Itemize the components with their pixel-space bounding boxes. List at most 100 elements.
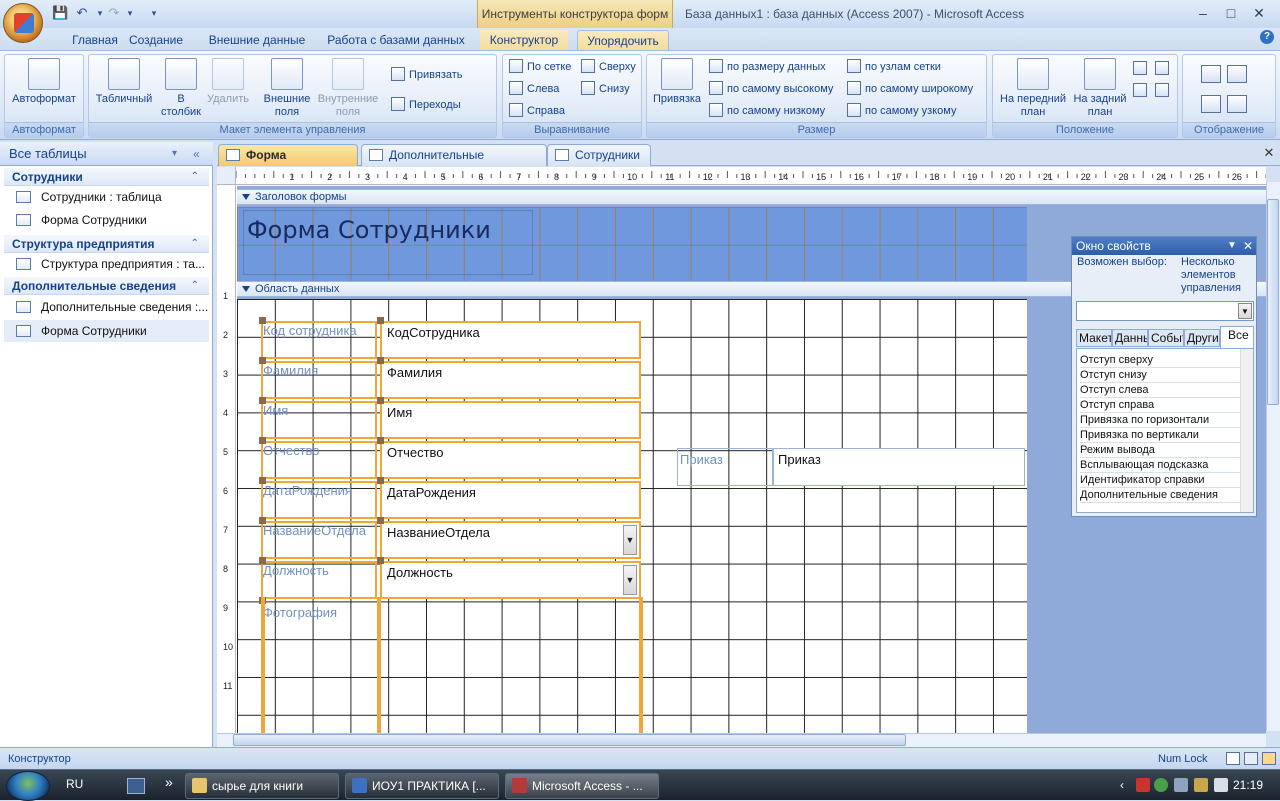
collapse-group-icon[interactable]: ⌃ <box>191 168 199 186</box>
quicklaunch-chevron-icon[interactable]: » <box>165 774 173 790</box>
doc-tab-additional[interactable]: Дополнительные сведения <box>361 144 547 182</box>
property-row[interactable]: Привязка по вертикали <box>1080 428 1240 443</box>
ruler-toggle-button[interactable] <box>1227 65 1251 85</box>
property-tab-other[interactable]: Другие <box>1184 329 1220 347</box>
text-box-control[interactable]: Фамилия <box>380 361 641 399</box>
move-handle[interactable] <box>259 317 266 324</box>
collapse-group-icon[interactable]: ⌃ <box>191 235 199 253</box>
minimize-button[interactable]: – <box>1190 2 1216 24</box>
to-grid-size-button[interactable]: по узлам сетки <box>847 57 941 77</box>
nav-item-structure-table[interactable]: Структура предприятия : та... <box>4 253 209 275</box>
combo-box-control[interactable]: Должность ▼ <box>380 561 641 599</box>
property-row[interactable]: Идентификатор справки <box>1080 473 1240 488</box>
move-handle[interactable] <box>377 317 384 324</box>
undo-icon[interactable]: ↶ <box>74 5 90 21</box>
spacing-vertical-button[interactable] <box>1155 59 1173 79</box>
close-document-icon[interactable]: ✕ <box>1262 146 1276 160</box>
taskbar-item-folder[interactable]: сырье для книги <box>185 773 339 799</box>
office-button[interactable] <box>3 3 43 43</box>
property-row[interactable]: Отступ слева <box>1080 383 1240 398</box>
update-tray-icon[interactable] <box>1154 778 1168 792</box>
doc-tab-employees-form[interactable]: Форма Сотрудники <box>218 144 358 182</box>
battery-tray-icon[interactable] <box>1194 778 1208 792</box>
nav-collapse-icon[interactable]: « <box>193 142 200 166</box>
property-list-scrollbar[interactable] <box>1240 349 1253 512</box>
form-header-area[interactable]: Форма Сотрудники <box>237 207 1027 283</box>
order-control[interactable]: Приказ <box>773 448 1025 486</box>
vertical-ruler[interactable]: 1 2 3 4 5 6 7 8 9 10 11 <box>217 185 236 733</box>
show-desktop-icon[interactable] <box>127 778 145 794</box>
snap-button[interactable]: Привязать <box>391 65 463 85</box>
text-box-control[interactable]: Отчество <box>380 441 641 479</box>
property-row[interactable]: Режим вывода <box>1080 443 1240 458</box>
property-sheet-toggle-button[interactable] <box>1201 95 1225 115</box>
to-tallest-button[interactable]: по самому высокому <box>709 79 833 99</box>
to-shortest-button[interactable]: по самому низкому <box>709 101 825 121</box>
field-label[interactable]: Код сотрудника <box>263 323 357 339</box>
to-widest-button[interactable]: по самому широкому <box>847 79 973 99</box>
tabular-button[interactable]: Табличный <box>91 57 157 106</box>
property-tab-layout[interactable]: Макет <box>1076 329 1112 347</box>
combo-box-control[interactable]: НазваниеОтдела ▼ <box>380 521 641 559</box>
field-label[interactable]: Отчество <box>263 443 320 459</box>
move-handle[interactable] <box>377 557 384 564</box>
tray-chevron-icon[interactable]: ‹ <box>1120 778 1124 792</box>
align-top-button[interactable]: Сверху <box>581 57 636 77</box>
bring-to-front-button[interactable]: На передний план <box>995 57 1071 119</box>
photo-label[interactable]: Фотография <box>263 605 337 621</box>
nav-pane-header[interactable]: Все таблицы ▾ « <box>0 142 213 166</box>
form-view-icon[interactable] <box>1226 752 1240 765</box>
field-label[interactable]: НазваниеОтдела <box>263 523 366 539</box>
property-tab-data[interactable]: Данные <box>1112 329 1148 347</box>
nav-group-employees[interactable]: Сотрудники ⌃ <box>4 168 209 186</box>
property-close-icon[interactable]: ✕ <box>1243 237 1253 255</box>
nav-item-employees-table[interactable]: Сотрудники : таблица <box>4 186 209 208</box>
tab-arrange[interactable]: Упорядочить <box>577 30 669 50</box>
move-handle[interactable] <box>259 397 266 404</box>
text-box-control[interactable]: ДатаРождения <box>380 481 641 519</box>
tab-external-data[interactable]: Внешние данные <box>204 30 310 50</box>
grid-toggle-button[interactable] <box>1201 65 1225 85</box>
align-right-button[interactable]: Справа <box>509 101 565 121</box>
align-bottom-button[interactable]: Снизу <box>581 79 630 99</box>
spacing-decrease-button[interactable] <box>1155 81 1173 101</box>
property-row[interactable]: Отступ справа <box>1080 398 1240 413</box>
order-label[interactable]: Приказ <box>677 448 773 486</box>
horizontal-ruler[interactable]: 1 2 3 4 5 6 7 8 9 10 11 12 13 14 15 16 17 18 19 20 21 22 23 24 2… <box>236 167 1266 185</box>
maximize-button[interactable]: □ <box>1218 2 1244 24</box>
move-handle[interactable] <box>377 437 384 444</box>
start-button[interactable] <box>6 771 50 801</box>
inner-fields-button[interactable]: Внутренние поля <box>313 57 383 119</box>
chevron-down-icon[interactable]: ▼ <box>623 525 637 555</box>
text-box-control[interactable]: Имя <box>380 401 641 439</box>
align-to-grid-button[interactable]: По сетке <box>509 57 571 77</box>
move-handle[interactable] <box>377 517 384 524</box>
taskbar-item-access[interactable]: Microsoft Access - ... <box>505 773 659 799</box>
save-icon[interactable]: 💾 <box>52 5 68 21</box>
spacing-horizontal-button[interactable] <box>1133 59 1151 79</box>
nav-group-additional[interactable]: Дополнительные сведения ⌃ <box>4 277 209 295</box>
help-icon[interactable]: ? <box>1260 30 1274 44</box>
move-handle[interactable] <box>259 557 266 564</box>
tab-database-tools[interactable]: Работа с базами данных <box>322 30 470 50</box>
anchor-button[interactable]: Привязка <box>649 57 705 106</box>
tab-create[interactable]: Создание <box>122 30 190 50</box>
move-handle[interactable] <box>259 517 266 524</box>
outer-fields-button[interactable]: Внешние поля <box>259 57 315 119</box>
property-tab-all[interactable]: Все <box>1220 326 1254 348</box>
network-tray-icon[interactable] <box>1174 778 1188 792</box>
property-sheet-title[interactable]: Окно свойств ▼ ✕ <box>1072 237 1256 255</box>
customize-quick-access-icon[interactable]: ▾ <box>146 5 162 21</box>
language-indicator[interactable]: RU <box>66 777 83 791</box>
stacked-button[interactable]: В столбик <box>157 57 205 119</box>
doc-tab-employees[interactable]: Сотрудники <box>547 144 651 166</box>
transitions-button[interactable]: Переходы <box>391 95 461 115</box>
redo-dropdown-icon[interactable]: ▾ <box>122 5 138 21</box>
nav-menu-chevron-icon[interactable]: ▾ <box>172 142 177 166</box>
section-bar-form-header[interactable]: Заголовок формы <box>237 189 1266 205</box>
property-row[interactable]: Дополнительные сведения <box>1080 488 1240 503</box>
close-button[interactable]: ✕ <box>1246 2 1272 24</box>
chevron-down-icon[interactable]: ▼ <box>1238 303 1252 319</box>
move-handle[interactable] <box>377 357 384 364</box>
property-row[interactable]: Всплывающая подсказка <box>1080 458 1240 473</box>
